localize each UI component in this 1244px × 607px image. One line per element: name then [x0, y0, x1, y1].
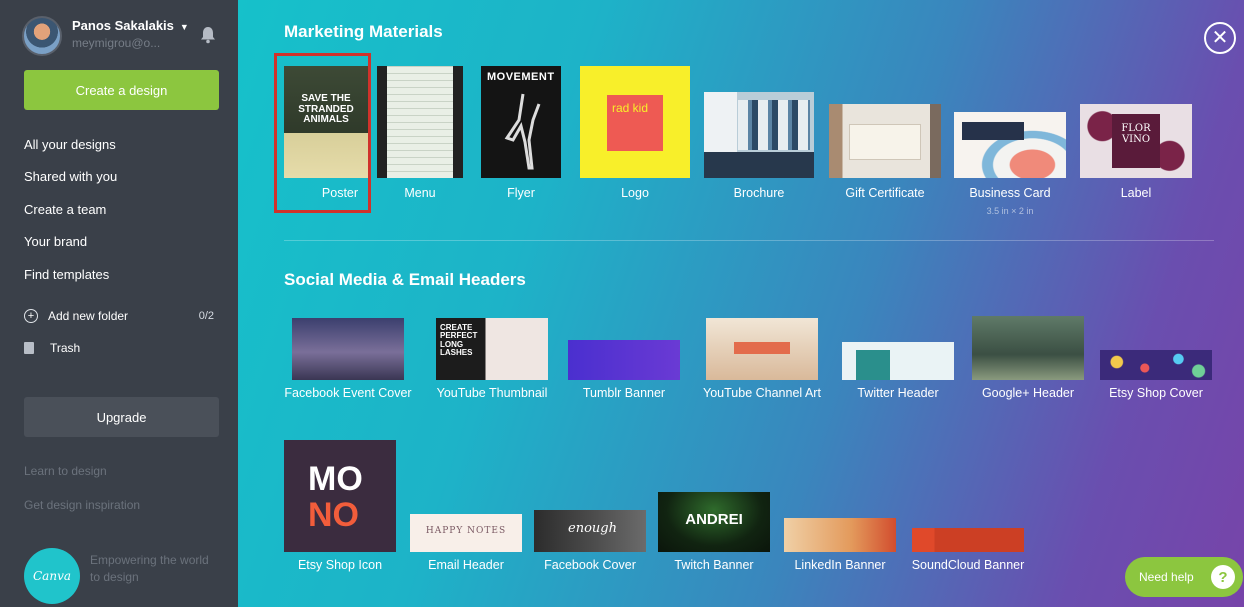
- google-plus-header-thumbnail: [972, 316, 1084, 380]
- youtube-thumb-text: CREATE PERFECT LONG LASHES: [440, 323, 478, 358]
- label-thumbnail: FLOR VINO: [1080, 104, 1192, 178]
- tile-label: Tumblr Banner: [582, 386, 666, 400]
- canva-logo[interactable]: Canva: [24, 548, 80, 604]
- menu-thumbnail: [377, 66, 463, 178]
- sidebar-item-create-team[interactable]: Create a team: [24, 193, 117, 226]
- tile-label: Label: [1120, 186, 1152, 200]
- facebook-cover-thumbnail: enough: [534, 510, 646, 552]
- learn-link[interactable]: Learn to design: [24, 464, 107, 478]
- user-menu[interactable]: Panos Sakalakis ▼ meymigrou@o...: [22, 14, 222, 56]
- folder-count: 0/2: [198, 310, 214, 322]
- gift-certificate-thumbnail: [829, 104, 941, 178]
- avatar[interactable]: [22, 16, 62, 56]
- facebook-event-cover-thumbnail: [292, 318, 404, 380]
- plus-icon: +: [24, 309, 38, 323]
- tagline: Empowering the world to design: [90, 553, 209, 585]
- add-folder-button[interactable]: + Add new folder 0/2: [24, 306, 214, 326]
- bell-icon[interactable]: [200, 26, 216, 44]
- tumblr-banner-thumbnail: [568, 340, 680, 380]
- section-divider: [284, 240, 1214, 241]
- etsy-shop-cover-thumbnail: [1100, 350, 1212, 380]
- twitter-header-thumbnail: [842, 342, 954, 380]
- user-name: Panos Sakalakis: [72, 18, 174, 33]
- flyer-thumbnail: MOVEMENT: [481, 66, 561, 178]
- tile-label: YouTube Channel Art: [703, 386, 821, 400]
- sidebar: Panos Sakalakis ▼ meymigrou@o... Create a…: [0, 0, 238, 607]
- email-header-thumbnail: HAPPY NOTES: [410, 514, 522, 552]
- upgrade-button[interactable]: Upgrade: [24, 397, 219, 437]
- social-section-title: Social Media & Email Headers: [284, 270, 526, 289]
- tile-label: Etsy Shop Cover: [1109, 386, 1203, 400]
- brochure-thumbnail: [704, 92, 814, 178]
- question-icon: ?: [1211, 565, 1235, 589]
- linkedin-banner-thumbnail: [784, 518, 896, 552]
- logo-thumbnail: rad kid: [580, 66, 690, 178]
- facebook-cover-thumb-text: enough: [568, 521, 617, 536]
- email-header-thumb-text: HAPPY NOTES: [425, 526, 507, 536]
- need-help-button[interactable]: Need help ?: [1125, 557, 1243, 597]
- label-thumb-text: FLOR VINO: [1121, 123, 1151, 145]
- mono-text-top: MO: [308, 460, 363, 498]
- twitter-header-figure: [856, 350, 890, 380]
- soundcloud-banner-thumbnail: [912, 528, 1024, 552]
- sidebar-item-shared[interactable]: Shared with you: [24, 161, 117, 194]
- brochure-photo: [738, 100, 810, 150]
- mono-text-bottom: NO: [308, 496, 359, 534]
- need-help-label: Need help: [1139, 570, 1194, 584]
- gift-card-panel: [849, 124, 921, 160]
- twitch-banner-thumbnail: ANDREI: [658, 492, 770, 552]
- youtube-thumbnail-thumbnail: CREATE PERFECT LONG LASHES: [436, 318, 548, 380]
- sidebar-item-brand[interactable]: Your brand: [24, 226, 117, 259]
- channel-art-banner: [734, 342, 790, 354]
- trash-item[interactable]: Trash: [24, 338, 80, 358]
- tile-sublabel: 3.5 in × 2 in: [986, 206, 1034, 216]
- business-card-thumbnail: [954, 112, 1066, 178]
- add-folder-label: Add new folder: [48, 309, 129, 323]
- brochure-footer: [704, 152, 814, 178]
- sidebar-item-find-templates[interactable]: Find templates: [24, 258, 117, 291]
- marketing-section-title: Marketing Materials: [284, 22, 443, 41]
- dancer-graphic: [504, 93, 541, 170]
- sidebar-nav: All your designs Shared with you Create …: [24, 128, 117, 291]
- trash-label: Trash: [50, 341, 81, 355]
- caret-down-icon[interactable]: ▼: [180, 22, 189, 32]
- sidebar-item-all-designs[interactable]: All your designs: [24, 128, 117, 161]
- twitch-banner-thumb-text: ANDREI: [685, 511, 743, 528]
- business-card-name-bar: [962, 122, 1024, 140]
- design-types-panel: ✕ Marketing Materials SAVE THE STRANDED …: [238, 0, 1244, 607]
- trash-icon: [24, 342, 34, 354]
- inspiration-link[interactable]: Get design inspiration: [24, 498, 140, 512]
- youtube-channel-art-thumbnail: [706, 318, 818, 380]
- user-email: meymigrou@o...: [72, 36, 161, 50]
- tile-label: Facebook Event Cover: [284, 386, 412, 400]
- create-design-button[interactable]: Create a design: [24, 70, 219, 110]
- tile-label: YouTube Thumbnail: [436, 386, 548, 400]
- logo-thumb-text: rad kid: [612, 101, 649, 115]
- flyer-thumb-text: MOVEMENT: [487, 71, 555, 83]
- etsy-shop-icon-thumbnail: MO NO: [284, 440, 396, 552]
- tile-label: SoundCloud Banner: [911, 558, 1025, 572]
- close-icon[interactable]: ✕: [1204, 22, 1236, 54]
